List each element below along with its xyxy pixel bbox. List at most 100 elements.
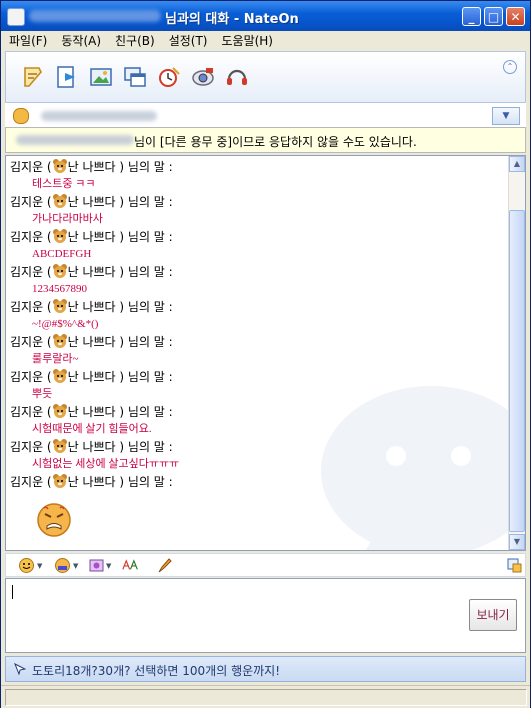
message-text: 시험없는 세상에 살고싶다ㅠㅠㅠ	[32, 458, 180, 470]
bear-emoticon-icon	[52, 439, 67, 453]
send-button[interactable]: 보내기	[469, 599, 517, 631]
sender-nick: 난 나쁘다 ) 님의 말 :	[67, 335, 173, 349]
status-field	[5, 689, 527, 706]
contact-status-icon	[13, 108, 29, 124]
scroll-thumb[interactable]	[509, 210, 525, 532]
scroll-down-button[interactable]: ▼	[509, 534, 525, 550]
title-bar[interactable]: 님과의 대화 - NateOn _ □ ✕	[1, 1, 530, 31]
menu-action[interactable]: 동작(A)	[54, 31, 108, 51]
blurred-notice-name	[16, 135, 134, 145]
chat-scrollbar[interactable]: ▲ ▼	[508, 156, 525, 550]
sender-name: 김지운 (	[10, 195, 52, 209]
chevron-down-icon[interactable]: ▼	[106, 562, 111, 570]
chat-message: 김지운 ( 난 나쁘다 ) 님의 말 : 가나다라마바사	[10, 193, 490, 227]
sender-nick: 난 나쁘다 ) 님의 말 :	[67, 230, 173, 244]
away-notice-text: 님이 [다른 용무 중]이므로 응답하지 않을 수도 있습니다.	[134, 135, 417, 149]
background-button[interactable]	[88, 557, 105, 574]
chat-window: 님과의 대화 - NateOn _ □ ✕ 파일(F) 동작(A) 친구(B) 설정(…	[0, 0, 531, 708]
chat-log[interactable]: 김지운 (난 나쁘다 ) 님의 말 : 테스트중 ㅋㅋ 김지운 (난 나쁘다 )…	[5, 155, 526, 551]
file-send-icon[interactable]	[54, 64, 80, 90]
ad-pointer-icon	[14, 663, 26, 675]
message-text: ABCDEFGH	[32, 248, 92, 260]
status-bar	[1, 685, 530, 708]
window-icon[interactable]	[122, 64, 148, 90]
chat-message: 김지운 ( 난 나쁘다 ) 님의 말 : 시험때문에 살기 힘들어요.	[10, 403, 490, 437]
alarm-icon[interactable]	[156, 64, 182, 90]
bear-emoticon-icon	[52, 334, 67, 348]
highlight-button[interactable]	[156, 557, 173, 574]
chat-message: 김지운 ( 난 나쁘다 ) 님의 말 : 시험없는 세상에 살고싶다ㅠㅠㅠ	[10, 438, 490, 472]
background-icon	[89, 559, 104, 572]
emoticon-button[interactable]	[18, 557, 35, 574]
nateon-icon	[7, 8, 25, 26]
close-button[interactable]: ✕	[506, 7, 525, 26]
picture-icon[interactable]	[88, 64, 114, 90]
sender-nick: 난 나쁘다 ) 님의 말 :	[67, 195, 173, 209]
menu-bar: 파일(F) 동작(A) 친구(B) 설정(T) 도움말(H)	[1, 31, 530, 51]
ad-text: 도토리18개?30개? 선택하면 100개의 행운까지!	[32, 664, 281, 678]
contact-dropdown-button[interactable]: ▼	[492, 107, 520, 125]
message-text: 1234567890	[32, 283, 87, 295]
bear-emoticon-icon	[52, 369, 67, 383]
contact-row: ▼	[5, 103, 526, 127]
menu-help[interactable]: 도움말(H)	[214, 31, 280, 51]
window-title: 님과의 대화 - NateOn	[165, 12, 299, 27]
sender-nick: 난 나쁘다 ) 님의 말 :	[67, 160, 173, 174]
toolbar-collapse-icon[interactable]: ⌃	[503, 60, 517, 74]
sender-name: 김지운 (	[10, 405, 52, 419]
sender-nick: 난 나쁘다 ) 님의 말 :	[67, 300, 173, 314]
window-settings-icon	[507, 558, 522, 573]
maximize-button[interactable]: □	[484, 7, 503, 26]
sender-name: 김지운 (	[10, 440, 52, 454]
bear-emoticon-icon	[52, 299, 67, 313]
sender-name: 김지운 (	[10, 370, 52, 384]
bear-emoticon-icon	[52, 404, 67, 418]
chat-message: 김지운 ( 난 나쁘다 ) 님의 말 : 테스트중 ㅋㅋ	[10, 158, 490, 192]
toolbar: ⌃	[5, 51, 526, 103]
message-text: 시험때문에 살기 힘들어요.	[32, 423, 152, 435]
flash-emoticon-button[interactable]	[54, 557, 71, 574]
message-text: 가나다라마바사	[32, 213, 103, 225]
bear-emoticon-icon	[52, 474, 67, 488]
menu-friends[interactable]: 친구(B)	[108, 31, 162, 51]
format-toolbar: ▼ ▼ ▼	[5, 553, 526, 577]
sender-name: 김지운 (	[10, 160, 52, 174]
blurred-contact	[41, 111, 157, 121]
message-text: 테스트중 ㅋㅋ	[32, 178, 96, 190]
message-input[interactable]	[5, 578, 526, 653]
sender-name: 김지운 (	[10, 230, 52, 244]
chat-message: 김지운 ( 난 나쁘다 ) 님의 말 : 뿌듯	[10, 368, 490, 402]
text-cursor	[12, 585, 13, 599]
flashcon-icon	[55, 558, 70, 573]
menu-file[interactable]: 파일(F)	[1, 31, 54, 51]
scroll-up-button[interactable]: ▲	[509, 156, 525, 172]
sender-nick: 난 나쁘다 ) 님의 말 :	[67, 405, 173, 419]
message-text: 뿌듯	[32, 388, 53, 400]
menu-settings[interactable]: 설정(T)	[162, 31, 215, 51]
bear-emoticon-icon	[52, 229, 67, 243]
message-text: 룰루랄라~	[32, 353, 79, 365]
brush-icon	[158, 558, 172, 573]
memo-icon[interactable]	[20, 64, 46, 90]
font-button[interactable]	[122, 557, 139, 574]
message-text: ~!@#$%^&*()	[32, 318, 99, 330]
angry-face-emoticon-icon	[37, 503, 71, 537]
bear-emoticon-icon	[52, 194, 67, 208]
sender-nick: 난 나쁘다 ) 님의 말 :	[67, 475, 173, 489]
smiley-icon	[19, 558, 34, 573]
sender-nick: 난 나쁘다 ) 님의 말 :	[67, 265, 173, 279]
bear-emoticon-icon	[52, 159, 67, 173]
ad-banner[interactable]: 도토리18개?30개? 선택하면 100개의 행운까지!	[5, 656, 526, 682]
chat-message: 김지운 ( 난 나쁘다 ) 님의 말 : ABCDEFGH	[10, 228, 490, 262]
chat-message: 김지운 (난 나쁘다 ) 님의 말 : ~!@#$%^&*()	[10, 298, 490, 332]
camera-icon[interactable]	[190, 64, 216, 90]
headset-icon[interactable]	[224, 64, 250, 90]
minimize-button[interactable]: _	[462, 7, 481, 26]
bear-emoticon-icon	[52, 264, 67, 278]
chevron-down-icon[interactable]: ▼	[73, 562, 78, 570]
sender-nick: 난 나쁘다 ) 님의 말 :	[67, 370, 173, 384]
sender-name: 김지운 (	[10, 335, 52, 349]
sender-nick: 난 나쁘다 ) 님의 말 :	[67, 440, 173, 454]
chevron-down-icon[interactable]: ▼	[37, 562, 42, 570]
chat-settings-button[interactable]	[506, 557, 523, 574]
